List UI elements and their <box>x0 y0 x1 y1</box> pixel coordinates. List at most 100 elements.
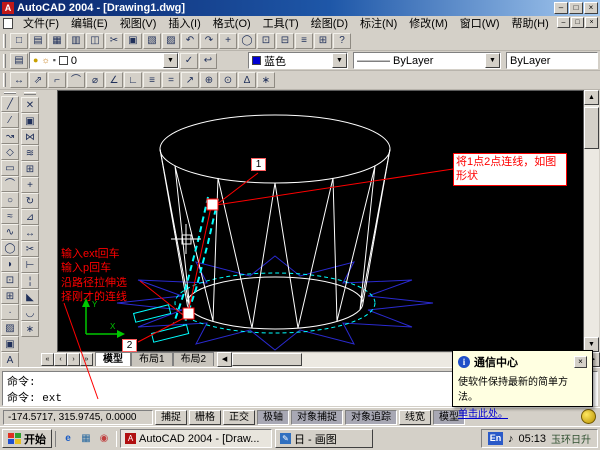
make-block-icon[interactable]: ⊞ <box>1 288 19 304</box>
chevron-down-icon[interactable]: ▼ <box>485 53 500 68</box>
taskbar-task[interactable]: A AutoCAD 2004 - [Draw... <box>120 429 272 448</box>
zoom-window-icon[interactable]: ⊡ <box>257 33 275 49</box>
insert-block-icon[interactable]: ⊡ <box>1 272 19 288</box>
layer-properties-icon[interactable]: ▤ <box>10 53 28 69</box>
center-mark-icon[interactable]: ⊙ <box>219 72 237 88</box>
circle-icon[interactable]: ○ <box>1 192 19 208</box>
open-icon[interactable]: ▤ <box>29 33 47 49</box>
language-indicator[interactable]: En <box>488 432 503 445</box>
aligned-dimension-icon[interactable]: ⇗ <box>29 72 47 88</box>
show-desktop-icon[interactable]: ▦ <box>78 431 94 447</box>
status-toggle[interactable]: 正交 <box>223 410 255 425</box>
menu-item[interactable]: 窗口(W) <box>454 17 506 31</box>
scroll-up-icon[interactable]: ▲ <box>584 90 599 105</box>
menu-item[interactable]: 工具(T) <box>257 17 305 31</box>
radius-dimension-icon[interactable]: ⌒ <box>67 72 85 88</box>
menu-item[interactable]: 帮助(H) <box>506 17 555 31</box>
ie-icon[interactable]: e <box>60 431 76 447</box>
toolbar-grip[interactable] <box>3 73 6 87</box>
save-icon[interactable]: ▦ <box>48 33 66 49</box>
fillet-icon[interactable]: ◡ <box>21 305 39 321</box>
chevron-down-icon[interactable]: ▼ <box>332 53 347 68</box>
ordinate-dimension-icon[interactable]: ⌐ <box>48 72 66 88</box>
cut-icon[interactable]: ✂ <box>105 33 123 49</box>
baseline-dimension-icon[interactable]: ≡ <box>143 72 161 88</box>
close-icon[interactable]: × <box>574 356 587 368</box>
scrollbar-thumb[interactable] <box>232 353 302 366</box>
status-toggle[interactable]: 线宽 <box>399 410 431 425</box>
layer-previous-icon[interactable]: ↩ <box>199 53 217 69</box>
polygon-icon[interactable]: ◇ <box>1 144 19 160</box>
restore-icon[interactable]: □ <box>569 2 583 14</box>
tab-next-icon[interactable]: › <box>67 353 80 366</box>
chamfer-icon[interactable]: ◣ <box>21 289 39 305</box>
layout-tab[interactable]: 模型 <box>95 352 131 366</box>
chevron-down-icon[interactable]: ▼ <box>163 53 178 68</box>
trim-icon[interactable]: ✂ <box>21 241 39 257</box>
tab-prev-icon[interactable]: ‹ <box>54 353 67 366</box>
menu-item[interactable]: 修改(M) <box>403 17 454 31</box>
linetype-select[interactable]: ——— ByLayer ▼ <box>353 52 501 69</box>
menu-item[interactable]: 标注(N) <box>354 17 403 31</box>
point-icon[interactable]: ∙ <box>1 304 19 320</box>
minimize-icon[interactable]: – <box>554 2 568 14</box>
paste-icon[interactable]: ▧ <box>143 33 161 49</box>
doc-minimize-icon[interactable]: – <box>557 17 570 28</box>
tolerance-icon[interactable]: ⊕ <box>200 72 218 88</box>
break-icon[interactable]: ¦ <box>21 273 39 289</box>
extend-icon[interactable]: ⊢ <box>21 257 39 273</box>
layout-tab[interactable]: 布局1 <box>131 352 173 366</box>
status-toggle[interactable]: 对象追踪 <box>345 410 397 425</box>
explode-icon[interactable]: ∗ <box>21 321 39 337</box>
menu-item[interactable]: 文件(F) <box>17 17 65 31</box>
multiline-text-icon[interactable]: A <box>1 352 19 368</box>
erase-icon[interactable]: ✕ <box>21 97 39 113</box>
match-properties-icon[interactable]: ▨ <box>162 33 180 49</box>
layer-select[interactable]: ● ☼ ▪ 0 ▼ <box>29 52 179 69</box>
volume-icon[interactable]: ♪ <box>508 433 514 445</box>
menu-item[interactable]: 视图(V) <box>114 17 163 31</box>
arc-icon[interactable]: ⌒ <box>1 176 19 192</box>
toolbar-grip[interactable] <box>4 92 16 94</box>
status-toggle[interactable]: 栅格 <box>189 410 221 425</box>
design-center-icon[interactable]: ⊞ <box>314 33 332 49</box>
polyline-icon[interactable]: ↝ <box>1 128 19 144</box>
doc-restore-icon[interactable]: □ <box>571 17 584 28</box>
ellipse-icon[interactable]: ◯ <box>1 240 19 256</box>
leader-icon[interactable]: ↗ <box>181 72 199 88</box>
status-toggle[interactable]: 对象捕捉 <box>291 410 343 425</box>
zoom-realtime-icon[interactable]: ◯ <box>238 33 256 49</box>
copy-icon[interactable]: ▣ <box>124 33 142 49</box>
start-button[interactable]: 开始 <box>2 429 52 448</box>
doc-close-icon[interactable]: × <box>585 17 598 28</box>
move-icon[interactable]: + <box>21 177 39 193</box>
undo-icon[interactable]: ↶ <box>181 33 199 49</box>
rotate-icon[interactable]: ↻ <box>21 193 39 209</box>
copy-object-icon[interactable]: ▣ <box>21 113 39 129</box>
properties-icon[interactable]: ≡ <box>295 33 313 49</box>
layout-tab[interactable]: 布局2 <box>173 352 215 366</box>
menu-item[interactable]: 编辑(E) <box>65 17 114 31</box>
dimension-edit-icon[interactable]: Δ <box>238 72 256 88</box>
diameter-dimension-icon[interactable]: ⌀ <box>86 72 104 88</box>
offset-icon[interactable]: ≋ <box>21 145 39 161</box>
zoom-previous-icon[interactable]: ⊟ <box>276 33 294 49</box>
print-icon[interactable]: ▥ <box>67 33 85 49</box>
scrollbar-thumb[interactable] <box>584 107 599 149</box>
revision-cloud-icon[interactable]: ≈ <box>1 208 19 224</box>
line-icon[interactable]: ╱ <box>1 96 19 112</box>
mirror-icon[interactable]: ⋈ <box>21 129 39 145</box>
tab-last-icon[interactable]: » <box>80 353 93 366</box>
array-icon[interactable]: ⊞ <box>21 161 39 177</box>
spline-icon[interactable]: ∿ <box>1 224 19 240</box>
menu-item[interactable]: 插入(I) <box>162 17 206 31</box>
new-file-icon[interactable]: □ <box>10 33 28 49</box>
rectangle-icon[interactable]: ▭ <box>1 160 19 176</box>
ellipse-arc-icon[interactable]: ◗ <box>1 256 19 272</box>
linear-dimension-icon[interactable]: ↔ <box>10 72 28 88</box>
menu-item[interactable]: 绘图(D) <box>305 17 354 31</box>
toolbar-grip[interactable] <box>3 54 6 68</box>
hatch-icon[interactable]: ▨ <box>1 320 19 336</box>
angular-dimension-icon[interactable]: ∠ <box>105 72 123 88</box>
print-preview-icon[interactable]: ◫ <box>86 33 104 49</box>
